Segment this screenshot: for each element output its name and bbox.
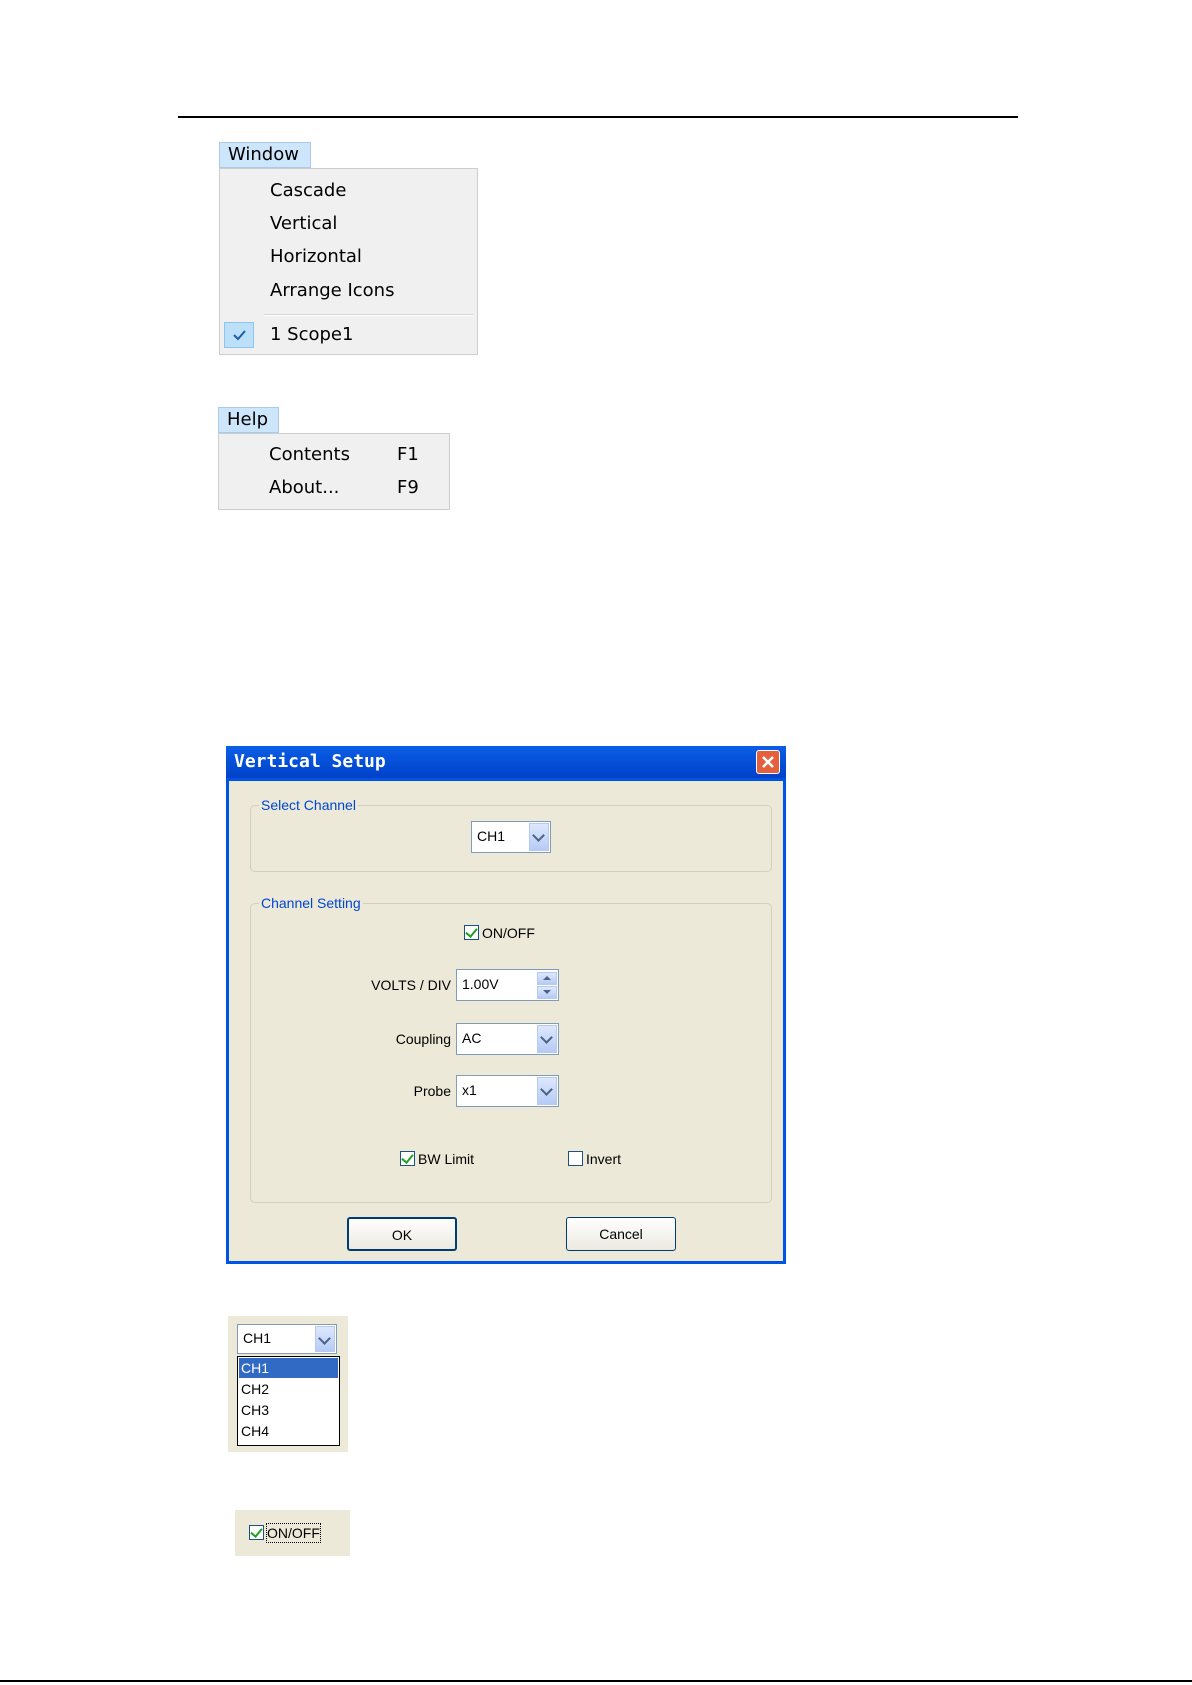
menu-item-shortcut: F1 [397, 444, 419, 465]
bw-limit-label: BW Limit [418, 1151, 474, 1167]
invert-label: Invert [586, 1151, 622, 1167]
menu-item-contents[interactable]: Contents F1 [219, 440, 449, 470]
on-off-checkbox[interactable]: ON/OFF [464, 924, 564, 944]
vertical-setup-dialog: Vertical Setup Select Channel CH1 Channe… [226, 746, 786, 1264]
checkmark-icon [250, 1525, 263, 1538]
volts-div-value: 1.00V [462, 976, 499, 992]
coupling-label: Coupling [395, 1031, 451, 1047]
channel-dropdown-list: CH1 CH2 CH3 CH4 [237, 1356, 340, 1446]
on-off-figure: ON/OFF [235, 1510, 350, 1556]
checkmark-icon [224, 322, 254, 348]
coupling-select[interactable]: AC [456, 1023, 559, 1055]
dialog-body: Select Channel CH1 Channel Setting ON/OF… [229, 781, 783, 1261]
channel-select[interactable]: CH1 [471, 821, 551, 853]
header-rule [178, 116, 1018, 118]
help-menu-panel: Contents F1 About... F9 [218, 433, 450, 510]
list-item[interactable]: CH4 [239, 1421, 338, 1441]
chevron-down-icon[interactable] [537, 1025, 557, 1053]
menu-item-label: Arrange Icons [270, 280, 395, 301]
probe-label: Probe [413, 1083, 451, 1099]
spin-down-icon[interactable] [537, 986, 557, 999]
menu-item-label: 1 Scope1 [270, 324, 354, 345]
menu-item-label: Horizontal [270, 246, 362, 267]
menu-item-about[interactable]: About... F9 [219, 473, 449, 503]
group-legend: Select Channel [259, 797, 358, 813]
select-channel-group: Select Channel CH1 [250, 797, 772, 872]
volts-div-label: VOLTS / DIV [371, 977, 451, 993]
menu-item-label: Cascade [270, 180, 347, 201]
chevron-down-icon[interactable] [315, 1326, 335, 1352]
coupling-value: AC [462, 1030, 482, 1046]
probe-value: x1 [462, 1082, 477, 1098]
menu-item-scope1[interactable]: 1 Scope1 [220, 320, 477, 350]
channel-dropdown-figure: CH1 CH1 CH2 CH3 CH4 [228, 1316, 348, 1452]
window-menu-title[interactable]: Window [219, 142, 311, 168]
channel-setting-group: Channel Setting ON/OFF VOLTS / DIV 1.00V… [250, 895, 772, 1203]
menu-item-cascade[interactable]: Cascade [220, 176, 477, 206]
volts-div-spinner[interactable]: 1.00V [456, 969, 559, 1001]
channel-dropdown-value: CH1 [243, 1330, 272, 1346]
menu-item-vertical[interactable]: Vertical [220, 209, 477, 239]
close-icon[interactable] [756, 750, 780, 774]
ok-button[interactable]: OK [347, 1217, 457, 1251]
on-off-label: ON/OFF [482, 925, 535, 941]
channel-select-value: CH1 [477, 828, 506, 844]
menu-item-shortcut: F9 [397, 477, 419, 498]
footer-rule [0, 1680, 1192, 1682]
cancel-button[interactable]: Cancel [566, 1217, 676, 1251]
help-menu-title[interactable]: Help [218, 407, 279, 433]
checkmark-icon [401, 1151, 414, 1164]
group-legend: Channel Setting [259, 895, 363, 911]
list-item[interactable]: CH2 [239, 1379, 338, 1399]
on-off-snippet-label: ON/OFF [266, 1523, 321, 1543]
checkbox-box [400, 1151, 415, 1166]
dialog-title: Vertical Setup [226, 746, 786, 778]
bw-limit-checkbox[interactable]: BW Limit [400, 1150, 510, 1170]
checkbox-box[interactable] [249, 1525, 264, 1540]
menu-item-horizontal[interactable]: Horizontal [220, 242, 477, 272]
window-menu-panel: Cascade Vertical Horizontal Arrange Icon… [219, 168, 478, 355]
channel-dropdown-select[interactable]: CH1 [237, 1324, 337, 1354]
probe-select[interactable]: x1 [456, 1075, 559, 1107]
menu-separator [264, 314, 473, 316]
spin-up-icon[interactable] [537, 972, 557, 985]
list-item[interactable]: CH3 [239, 1400, 338, 1420]
checkmark-icon [465, 925, 478, 938]
menu-item-label: Vertical [270, 213, 338, 234]
chevron-down-icon[interactable] [537, 1077, 557, 1105]
list-item[interactable]: CH1 [239, 1358, 338, 1378]
checkbox-box [568, 1151, 583, 1166]
checkbox-box [464, 925, 479, 940]
menu-item-arrange-icons[interactable]: Arrange Icons [220, 276, 477, 306]
chevron-down-icon[interactable] [529, 823, 549, 851]
invert-checkbox[interactable]: Invert [568, 1150, 658, 1170]
menu-item-label: About... [269, 477, 340, 498]
menu-item-label: Contents [269, 444, 350, 465]
